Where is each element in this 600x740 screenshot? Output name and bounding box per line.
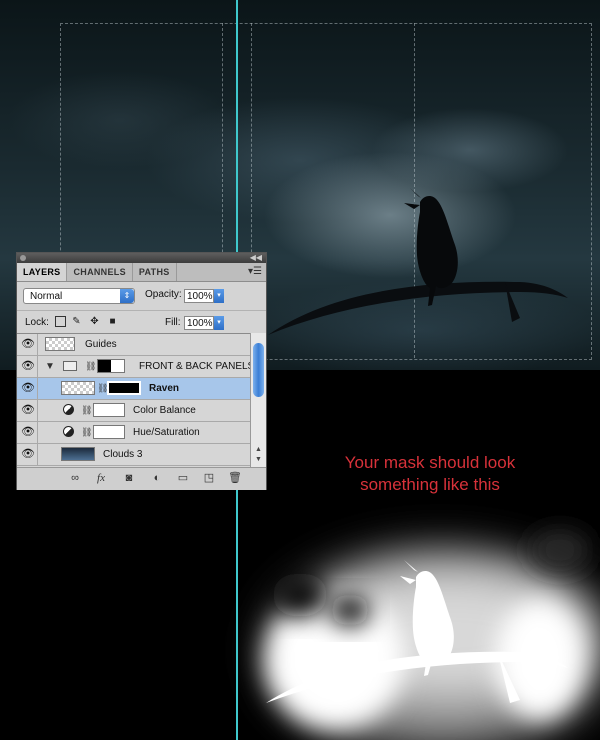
layer-name: FRONT & BACK PANELS: [139, 361, 250, 372]
fill-input[interactable]: 100%: [184, 316, 214, 330]
layer-name: Guides: [85, 339, 117, 350]
layer-row-raven[interactable]: 👁 ⛓ Raven: [17, 378, 250, 400]
layers-scrollbar[interactable]: ▲ ▼: [250, 333, 266, 467]
layer-row-color-balance[interactable]: 👁 ⛓ Color Balance: [17, 400, 250, 422]
eye-icon[interactable]: 👁: [19, 400, 38, 421]
mask-guide-rect: [262, 370, 600, 740]
adjustment-icon: [63, 404, 74, 415]
caption-line-1: Your mask should look: [344, 453, 516, 472]
mask-thumbnail: [93, 425, 125, 439]
adjustment-icon[interactable]: ◐: [149, 471, 165, 485]
link-icon: ⛓: [85, 361, 97, 371]
opacity-input[interactable]: 100%: [184, 289, 214, 303]
mask-icon[interactable]: ◙: [121, 471, 137, 485]
eye-icon[interactable]: 👁: [19, 422, 38, 443]
opacity-value: 100%: [187, 291, 213, 302]
trash-icon[interactable]: 🗑: [227, 471, 243, 485]
mask-caption: Your mask should look something like thi…: [300, 452, 560, 496]
folder-icon[interactable]: ▭: [175, 471, 191, 485]
link-icon[interactable]: ∞: [67, 471, 83, 485]
layer-name: Clouds 3: [103, 449, 143, 460]
blend-mode-select[interactable]: Normal ⇕: [23, 288, 135, 304]
lock-transparent-icon[interactable]: [55, 316, 66, 327]
layers-bottom-toolbar: ∞ fx ◙ ◐ ▭ ◳ 🗑: [17, 467, 266, 490]
scrollbar-thumb[interactable]: [253, 343, 264, 397]
tab-paths[interactable]: PATHS: [133, 263, 177, 281]
link-icon: ⛓: [81, 427, 93, 437]
fx-icon[interactable]: fx: [93, 471, 109, 485]
layer-thumbnail: [61, 447, 95, 461]
brush-icon[interactable]: ✎: [71, 316, 82, 327]
layer-thumbnail: [61, 381, 95, 395]
blend-row: Normal ⇕ Opacity: 100% ▾: [17, 282, 266, 310]
scroll-up-icon[interactable]: ▲: [251, 445, 266, 455]
chevron-updown-icon[interactable]: ⇕: [120, 289, 134, 303]
tab-channels[interactable]: CHANNELS: [67, 263, 133, 281]
fill-dropdown-icon[interactable]: ▾: [214, 316, 224, 330]
mask-thumbnail: [107, 381, 141, 395]
layer-row-clouds-3[interactable]: 👁 Clouds 3: [17, 444, 250, 466]
eye-icon[interactable]: 👁: [19, 378, 38, 399]
lock-row: Lock: ✎ ✥ ■ Fill: 100% ▾: [17, 310, 266, 335]
padlock-icon[interactable]: ■: [107, 316, 118, 327]
layer-name: Hue/Saturation: [133, 427, 200, 438]
fill-label: Fill:: [165, 317, 181, 328]
eye-icon[interactable]: 👁: [19, 356, 38, 377]
link-icon: ⛓: [81, 405, 93, 415]
layers-panel: ◀◀ LAYERS CHANNELS PATHS ▾☰ Normal ⇕ Opa…: [16, 252, 267, 490]
caption-line-2: something like this: [360, 475, 500, 494]
layer-row-hue-saturation[interactable]: 👁 ⛓ Hue/Saturation: [17, 422, 250, 444]
move-icon[interactable]: ✥: [89, 316, 100, 327]
panel-menu-icon[interactable]: ▾☰: [248, 263, 262, 281]
fill-value: 100%: [187, 318, 213, 329]
panel-titlebar[interactable]: ◀◀: [17, 253, 266, 263]
folder-icon: [63, 361, 77, 371]
close-icon[interactable]: [20, 255, 26, 261]
eye-icon[interactable]: 👁: [19, 444, 38, 465]
tab-layers[interactable]: LAYERS: [17, 263, 68, 281]
disclosure-triangle-icon[interactable]: ▼: [45, 358, 55, 375]
layer-row-front-back-panels[interactable]: 👁 ▼ ⛓ FRONT & BACK PANELS: [17, 356, 250, 378]
scroll-down-icon[interactable]: ▼: [251, 455, 266, 465]
layer-thumbnail: [45, 337, 75, 351]
collapse-icon[interactable]: ◀◀: [250, 253, 262, 263]
layer-name: Raven: [149, 383, 180, 394]
mask-thumbnail: [93, 403, 125, 417]
blend-mode-value: Normal: [30, 291, 63, 302]
layer-row-guides[interactable]: 👁 Guides: [17, 334, 250, 356]
new-layer-icon[interactable]: ◳: [201, 471, 217, 485]
layer-name: Color Balance: [133, 405, 196, 416]
adjustment-icon: [63, 426, 74, 437]
panel-tabs: LAYERS CHANNELS PATHS ▾☰: [17, 263, 266, 282]
opacity-label: Opacity:: [145, 289, 182, 300]
mask-thumbnail: [97, 359, 125, 373]
eye-icon[interactable]: 👁: [19, 334, 38, 355]
opacity-dropdown-icon[interactable]: ▾: [214, 289, 224, 303]
lock-label: Lock:: [25, 317, 49, 328]
layers-list: 👁 Guides 👁 ▼ ⛓ FRONT & BACK PANELS 👁 ⛓ R…: [17, 333, 250, 468]
